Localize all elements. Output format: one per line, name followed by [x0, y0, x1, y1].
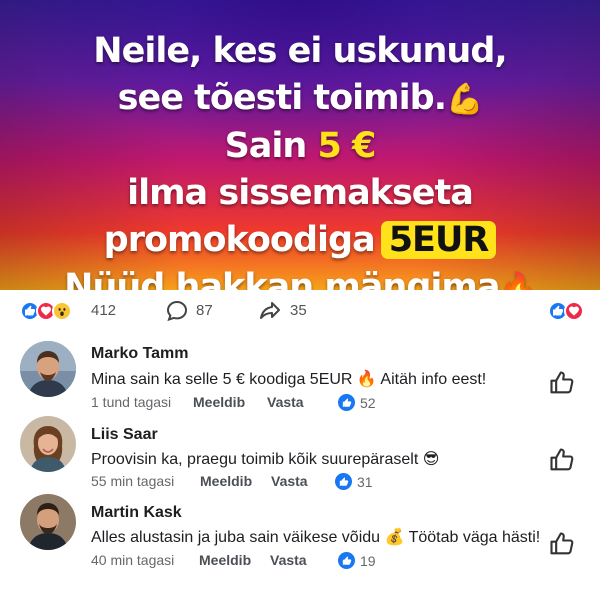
comment-item: Liis Saar Proovisin ka, praegu toimib kõ…: [0, 416, 600, 496]
comment-text: Proovisin ka, praegu toimib kõik suurepä…: [91, 451, 440, 468]
thumbs-up-icon[interactable]: [548, 530, 576, 558]
comment-like-count[interactable]: 52: [338, 394, 376, 411]
avatar[interactable]: [20, 416, 76, 472]
like-icon: [338, 394, 355, 411]
comment-like-count[interactable]: 31: [335, 473, 373, 490]
like-count-value: 52: [360, 394, 376, 411]
comment-author[interactable]: Liis Saar: [91, 426, 158, 444]
headline-line-6: Nüüd hakkan mängima🔥: [0, 264, 600, 290]
headline-line-5: promokoodiga 5EUR: [0, 217, 600, 264]
reaction-summary-icons[interactable]: [548, 301, 584, 321]
love-icon: [564, 301, 584, 321]
fire-icon: 🔥: [499, 271, 536, 290]
share-icon[interactable]: [258, 299, 282, 323]
comment-reply-link[interactable]: Vasta: [267, 394, 304, 410]
comment-timestamp: 40 min tagasi: [91, 552, 175, 568]
comment-icon[interactable]: [165, 299, 189, 323]
promo-banner: Neile, kes ei uskunud, see tõesti toimib…: [0, 0, 600, 290]
comment-author[interactable]: Marko Tamm: [91, 345, 189, 363]
reaction-count[interactable]: 412: [91, 302, 116, 319]
headline-line-1: Neile, kes ei uskunud,: [0, 28, 600, 75]
comment-timestamp: 1 tund tagasi: [91, 394, 172, 410]
comment-like-link[interactable]: Meeldib: [199, 552, 251, 568]
comment-count[interactable]: 87: [196, 302, 213, 319]
comment-timestamp: 55 min tagasi: [91, 473, 175, 489]
bonus-amount: 5 €: [317, 126, 377, 166]
comment-text: Mina sain ka selle 5 € koodiga 5EUR 🔥 Ai…: [91, 371, 487, 388]
headline-text-2: see tõesti toimib.: [117, 78, 447, 118]
headline-line-3: Sain 5 €: [0, 123, 600, 170]
flexed-biceps-icon: 💪: [445, 82, 483, 117]
thumbs-up-icon[interactable]: [548, 446, 576, 474]
reaction-bar: 412 87 35: [0, 290, 600, 332]
comment-like-link[interactable]: Meeldib: [200, 473, 252, 489]
comment-like-count[interactable]: 19: [338, 552, 376, 569]
headline-text-3: Sain: [224, 126, 318, 166]
headline-text-1: Neile, kes ei uskunud,: [93, 31, 507, 71]
comment-reply-link[interactable]: Vasta: [270, 552, 307, 568]
share-count[interactable]: 35: [290, 302, 307, 319]
headline-line-4: ilma sissemakseta: [0, 170, 600, 217]
headline-line-2: see tõesti toimib.💪: [0, 75, 600, 123]
like-icon: [335, 473, 352, 490]
thumbs-up-icon[interactable]: [548, 369, 576, 397]
comment-reply-link[interactable]: Vasta: [271, 473, 308, 489]
like-count-value: 31: [357, 473, 373, 490]
avatar[interactable]: [20, 341, 76, 397]
avatar[interactable]: [20, 494, 76, 550]
comment-author[interactable]: Martin Kask: [91, 504, 182, 522]
comment-like-link[interactable]: Meeldib: [193, 394, 245, 410]
reaction-icons[interactable]: [20, 301, 72, 321]
headline-text-6: Nüüd hakkan mängima: [64, 267, 500, 290]
comment-text: Alles alustasin ja juba sain väikese või…: [91, 529, 541, 546]
banner-headline: Neile, kes ei uskunud, see tõesti toimib…: [0, 28, 600, 290]
promo-code-badge: 5EUR: [380, 221, 497, 259]
like-icon: [338, 552, 355, 569]
headline-text-4: ilma sissemakseta: [127, 173, 474, 213]
comment-item: Marko Tamm Mina sain ka selle 5 € koodig…: [0, 341, 600, 421]
headline-text-5: promokoodiga: [103, 220, 376, 260]
wow-icon: [52, 301, 72, 321]
comment-item: Martin Kask Alles alustasin ja juba sain…: [0, 494, 600, 574]
like-count-value: 19: [360, 552, 376, 569]
